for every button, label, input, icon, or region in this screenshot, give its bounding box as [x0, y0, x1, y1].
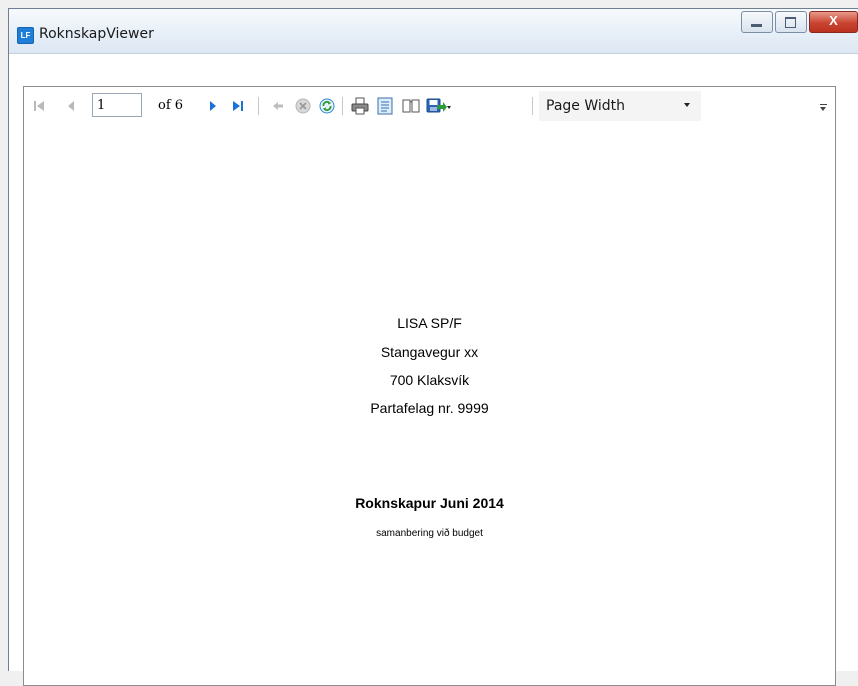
previous-page-icon [68, 101, 74, 111]
company-city: 700 Klaksvík [389, 372, 470, 388]
back-icon [273, 102, 283, 110]
export-button[interactable] [426, 96, 452, 116]
report-toolbar: of 6 [24, 87, 835, 125]
app-icon: LF [17, 27, 34, 44]
window-title: RoknskapViewer [39, 26, 154, 42]
next-page-button[interactable] [206, 96, 220, 116]
report-title: Roknskapur Juni 2014 [355, 495, 504, 511]
window-controls: X [741, 11, 858, 35]
back-button[interactable] [271, 96, 285, 116]
print-layout-button[interactable] [376, 96, 394, 116]
export-icon [426, 98, 451, 113]
toolbar-separator [342, 97, 343, 115]
toolbar-overflow-icon[interactable] [820, 104, 827, 111]
stop-icon [295, 98, 311, 114]
toolbar-separator [258, 97, 259, 115]
first-page-icon [34, 101, 44, 111]
last-page-icon [233, 101, 243, 111]
page-number-input[interactable] [92, 93, 142, 117]
last-page-button[interactable] [231, 96, 245, 116]
refresh-icon [319, 98, 335, 114]
toolbar-separator [532, 97, 533, 115]
company-street: Stangavegur xx [380, 344, 479, 360]
chevron-down-icon [684, 103, 690, 107]
minimize-button[interactable] [741, 11, 773, 33]
print-layout-icon [377, 97, 393, 115]
close-button[interactable]: X [809, 11, 858, 33]
page-setup-button[interactable] [401, 96, 421, 116]
next-page-icon [210, 101, 216, 111]
refresh-button[interactable] [318, 96, 336, 116]
app-window: LF RoknskapViewer X 1 of 6 Page Width LI… [8, 8, 858, 686]
zoom-value: Page Width [546, 98, 626, 114]
title-bar[interactable]: LF RoknskapViewer X [9, 9, 858, 53]
report-subtitle: samanbering við budget [376, 528, 483, 539]
report-viewer: of 6 [23, 86, 836, 686]
stop-button[interactable] [294, 96, 312, 116]
previous-page-button[interactable] [64, 96, 78, 116]
zoom-select[interactable]: Page Width [539, 91, 701, 121]
print-icon [351, 97, 369, 115]
page-count-label: of 6 [158, 98, 184, 113]
report-page: LISA SP/F Stangavegur xx 700 Klaksvík Pa… [24, 125, 835, 685]
company-registration: Partafelag nr. 9999 [370, 400, 489, 416]
print-button[interactable] [350, 96, 370, 116]
first-page-button[interactable] [32, 96, 46, 116]
page-setup-icon [402, 99, 420, 113]
company-name: LISA SP/F [397, 315, 462, 331]
maximize-button[interactable] [775, 11, 807, 33]
client-area: of 6 [9, 53, 858, 686]
